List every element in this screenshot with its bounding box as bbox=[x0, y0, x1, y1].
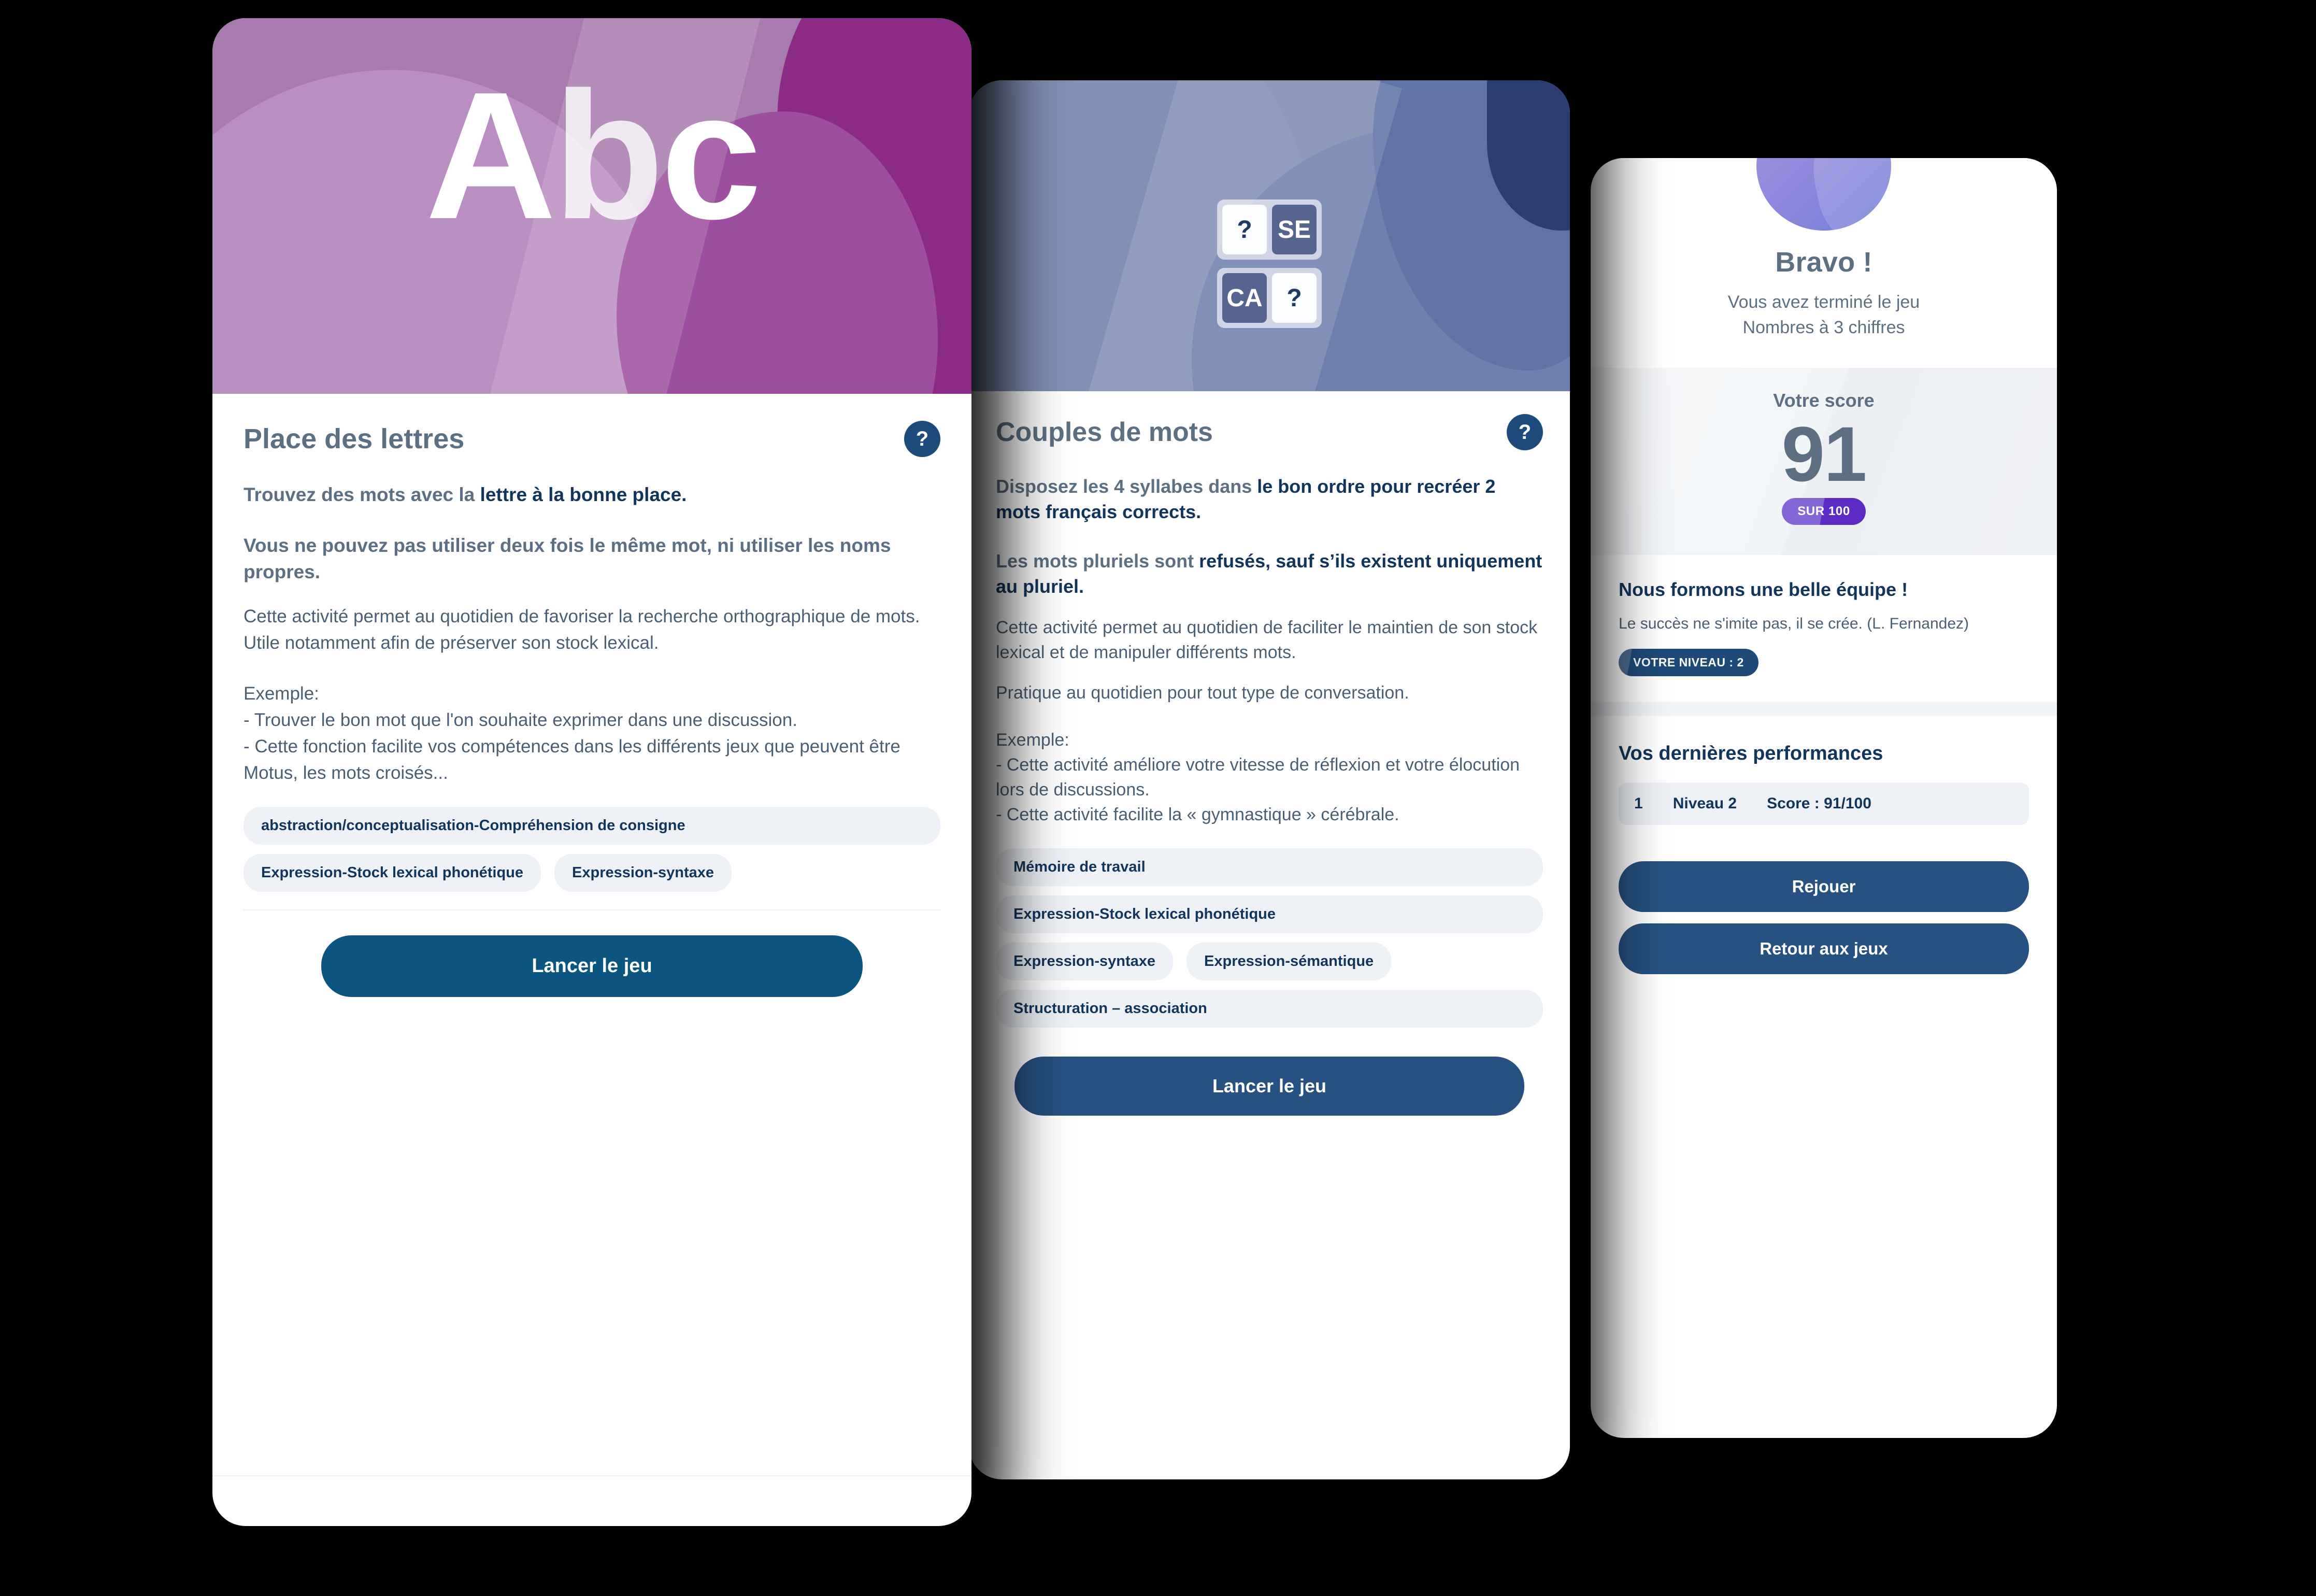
lettres-footer: Lancer le jeu bbox=[212, 910, 971, 998]
bottom-divider bbox=[212, 1475, 971, 1476]
help-icon[interactable]: ? bbox=[904, 421, 940, 457]
lettres-title-row: Place des lettres ? bbox=[244, 421, 940, 457]
card-resultat: Bravo ! Vous avez terminé le jeu Nombres… bbox=[1591, 158, 2057, 1438]
lettres-lead-1-normal: Trouvez des mots avec la bbox=[244, 484, 480, 505]
lettres-lead-1: Trouvez des mots avec la lettre à la bon… bbox=[244, 482, 940, 508]
couples-lead-1-normal: Disposez les 4 syllabes dans bbox=[996, 476, 1257, 497]
score-pill-badge: SUR 100 bbox=[1782, 497, 1866, 525]
quote-panel: Nous formons une belle équipe ! Le succè… bbox=[1591, 554, 2057, 702]
lettres-lead-2: Vous ne pouvez pas utiliser deux fois le… bbox=[244, 535, 891, 582]
couples-footer: Lancer le jeu bbox=[969, 1028, 1570, 1116]
score-label: Votre score bbox=[1773, 389, 1875, 411]
lettres-example-block: Exemple: - Trouver le bon mot que l'on s… bbox=[244, 681, 940, 786]
help-icon[interactable]: ? bbox=[1507, 414, 1543, 450]
couples-chip-list: Mémoire de travail Expression-Stock lexi… bbox=[996, 848, 1543, 1028]
couples-hero-illustration: ? SE CA ? bbox=[969, 80, 1570, 391]
lettres-lead-1-bold: lettre à la bonne place. bbox=[480, 484, 687, 505]
performance-score: Score : 91/100 bbox=[1767, 794, 1871, 812]
couples-para-2: Pratique au quotidien pour tout type de … bbox=[996, 683, 1409, 703]
abc-letter-a: A bbox=[425, 54, 556, 257]
syllable-tile-unknown-2: ? bbox=[1272, 273, 1317, 323]
bravo-title: Bravo ! bbox=[1775, 247, 1872, 278]
couples-lead-2: Les mots pluriels sont refusés, sauf s’i… bbox=[996, 549, 1543, 600]
chip-item[interactable]: Expression-Stock lexical phonétique bbox=[244, 854, 541, 892]
result-header: Bravo ! Vous avez terminé le jeu Nombres… bbox=[1591, 158, 2057, 368]
lettres-hero-illustration: Abc bbox=[212, 18, 971, 394]
chip-item[interactable]: Expression-sémantique bbox=[1186, 942, 1392, 980]
lettres-para-1: Cette activité permet au quotidien de fa… bbox=[244, 606, 920, 626]
syllable-tile-unknown-1: ? bbox=[1222, 205, 1267, 254]
replay-button[interactable]: Rejouer bbox=[1619, 861, 2029, 912]
lettres-example-2: - Cette fonction facilite vos compétence… bbox=[244, 736, 900, 783]
chip-item[interactable]: Expression-Stock lexical phonétique bbox=[996, 895, 1543, 933]
lettres-body: Place des lettres ? Trouvez des mots ave… bbox=[212, 394, 971, 911]
chip-item[interactable]: Expression-syntaxe bbox=[554, 854, 732, 892]
syllable-tiles: ? SE CA ? bbox=[969, 200, 1570, 328]
couples-example-1: - Cette activité améliore votre vitesse … bbox=[996, 754, 1520, 800]
couples-example-2: - Cette activité facilite la « gymnastiq… bbox=[996, 805, 1399, 825]
couples-title-row: Couples de mots ? bbox=[996, 414, 1543, 450]
performance-date: 1 bbox=[1634, 794, 1643, 812]
avatar-blob-icon bbox=[1756, 158, 1891, 231]
chip-item[interactable]: Structuration – association bbox=[996, 989, 1543, 1028]
abc-letter-b: b bbox=[553, 54, 664, 257]
quote-text: Le succès ne s'imite pas, il se crée. (L… bbox=[1619, 615, 1969, 632]
syllable-tile-ca: CA bbox=[1222, 273, 1267, 323]
performance-level: Niveau 2 bbox=[1672, 794, 1737, 812]
syllable-row-1: ? SE bbox=[1217, 200, 1322, 260]
couples-page-title: Couples de mots bbox=[996, 417, 1213, 447]
couples-para-1: Cette activité permet au quotidien de fa… bbox=[996, 617, 1538, 663]
lettres-para-2: Utile notamment afin de préserver son st… bbox=[244, 632, 659, 653]
result-actions: Rejouer Retour aux jeux bbox=[1591, 824, 2057, 974]
couples-example-title: Exemple: bbox=[996, 730, 1069, 750]
lettres-example-1: - Trouver le bon mot que l'on souhaite e… bbox=[244, 710, 797, 731]
lettres-chip-list: abstraction/conceptualisation-Compréhens… bbox=[244, 807, 940, 892]
result-subtitle-line2: Nombres à 3 chiffres bbox=[1742, 318, 1905, 338]
performances-title: Vos dernières performances bbox=[1619, 742, 1883, 764]
quote-title: Nous formons une belle équipe ! bbox=[1619, 578, 1908, 600]
launch-game-button[interactable]: Lancer le jeu bbox=[321, 935, 863, 998]
chip-item[interactable]: Expression-syntaxe bbox=[996, 942, 1174, 980]
section-divider bbox=[1591, 702, 2057, 716]
lettres-page-title: Place des lettres bbox=[244, 423, 465, 454]
couples-body: Couples de mots ? Disposez les 4 syllabe… bbox=[969, 391, 1570, 1028]
abc-logo-text: Abc bbox=[212, 38, 971, 274]
performances-panel: Vos dernières performances 1 Niveau 2 Sc… bbox=[1591, 715, 2057, 825]
score-panel: Votre score 91 SUR 100 bbox=[1591, 367, 2057, 555]
syllable-tile-se: SE bbox=[1272, 205, 1317, 254]
lettres-example-title: Exemple: bbox=[244, 683, 319, 704]
back-to-games-button[interactable]: Retour aux jeux bbox=[1619, 923, 2029, 974]
card-couples-de-mots: ? SE CA ? Couples de mots ? Disposez les… bbox=[969, 80, 1570, 1479]
result-subtitle-line1: Vous avez terminé le jeu bbox=[1727, 292, 1920, 312]
syllable-row-2: CA ? bbox=[1217, 268, 1322, 328]
chip-item[interactable]: abstraction/conceptualisation-Compréhens… bbox=[244, 807, 940, 845]
performance-row[interactable]: 1 Niveau 2 Score : 91/100 bbox=[1619, 782, 2029, 825]
card-place-des-lettres: Abc Place des lettres ? Trouvez des mots… bbox=[212, 18, 971, 1526]
score-value: 91 bbox=[1781, 410, 1867, 497]
couples-example-block: Exemple: - Cette activité améliore votre… bbox=[996, 728, 1543, 828]
launch-game-button[interactable]: Lancer le jeu bbox=[1014, 1056, 1524, 1116]
screenshot-stage: Bravo ! Vous avez terminé le jeu Nombres… bbox=[0, 0, 2316, 1596]
couples-lead-2-normal: Les mots pluriels sont bbox=[996, 550, 1199, 572]
result-subtitle: Vous avez terminé le jeu Nombres à 3 chi… bbox=[1591, 290, 2057, 341]
level-badge: VOTRE NIVEAU : 2 bbox=[1619, 648, 1759, 676]
couples-lead-1: Disposez les 4 syllabes dans le bon ordr… bbox=[996, 474, 1543, 525]
abc-letter-c: c bbox=[661, 54, 762, 257]
chip-item[interactable]: Mémoire de travail bbox=[996, 848, 1543, 886]
